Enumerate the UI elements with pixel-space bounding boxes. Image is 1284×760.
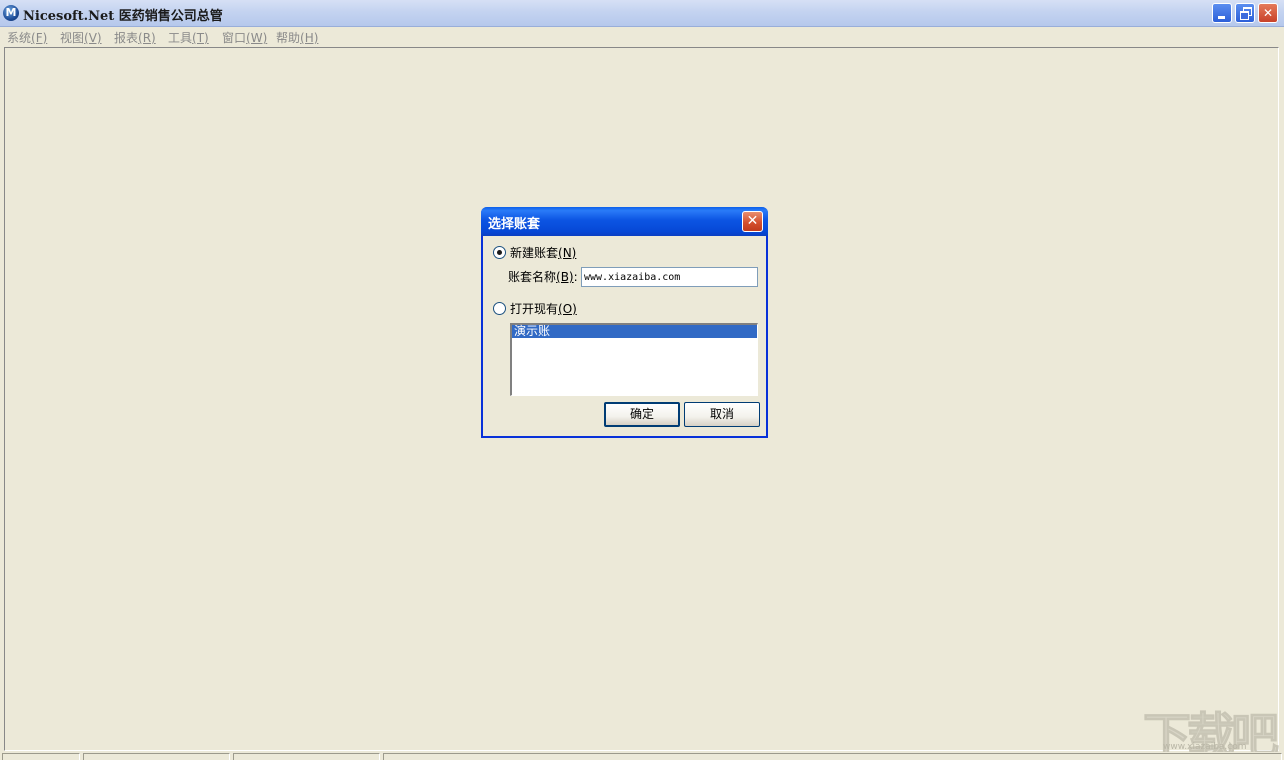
app-logo-icon[interactable]: M	[3, 5, 19, 21]
restore-button[interactable]	[1235, 3, 1255, 23]
dialog-body: 新建账套(N) 账套名称(B): 打开现有(O) 演示账 确定 取消	[483, 236, 766, 436]
menu-tools[interactable]: 工具(T)	[168, 29, 209, 46]
cancel-button[interactable]: 取消	[684, 402, 760, 427]
menu-tools-label: 工具	[168, 31, 193, 45]
menu-view-accel: (V)	[84, 31, 102, 45]
dialog-title: 选择账套	[488, 217, 541, 232]
window-title: Nicesoft.Net 医药销售公司总管	[23, 9, 223, 24]
menu-help[interactable]: 帮助(H)	[276, 29, 318, 46]
menu-system-label: 系统	[7, 31, 32, 45]
new-account-accel: (N)	[558, 246, 577, 260]
status-bar	[0, 752, 1284, 760]
open-existing-radio[interactable]: 打开现有(O)	[493, 300, 577, 317]
existing-accounts-list[interactable]: 演示账	[510, 323, 758, 396]
new-account-radio[interactable]: 新建账套(N)	[493, 244, 576, 261]
menu-window-label: 窗口	[222, 31, 247, 45]
menu-window[interactable]: 窗口(W)	[222, 29, 267, 46]
open-existing-accel: (O)	[558, 302, 577, 316]
status-pane-2	[83, 753, 230, 760]
menu-reports-accel: (R)	[138, 31, 156, 45]
ok-button[interactable]: 确定	[604, 402, 680, 427]
list-item[interactable]: 演示账	[512, 325, 757, 338]
menu-help-label: 帮助	[276, 31, 301, 45]
main-window: M Nicesoft.Net 医药销售公司总管 ✕ 系统(F) 视图(V) 报表…	[0, 0, 1284, 760]
status-pane-4	[383, 753, 1282, 760]
account-name-input[interactable]	[581, 267, 758, 287]
minimize-button[interactable]	[1212, 3, 1232, 23]
watermark-logo: 下载吧 www.xiazaiba.com	[1142, 696, 1281, 760]
account-name-label-text: 账套名称	[508, 270, 557, 284]
account-name-colon: :	[573, 270, 578, 284]
select-account-dialog: 选择账套 ✕ 新建账套(N) 账套名称(B): 打开现有(O) 演示账 确定 取…	[481, 207, 768, 438]
menu-tools-accel: (T)	[192, 31, 209, 45]
close-icon: ✕	[746, 213, 759, 229]
menu-system[interactable]: 系统(F)	[7, 29, 47, 46]
menu-reports[interactable]: 报表(R)	[114, 29, 156, 46]
radio-checked-icon[interactable]	[493, 246, 506, 259]
close-button[interactable]: ✕	[1258, 3, 1278, 23]
close-icon: ✕	[1262, 6, 1274, 20]
menu-view-label: 视图	[60, 31, 85, 45]
dialog-close-button[interactable]: ✕	[742, 211, 763, 232]
menu-window-accel: (W)	[246, 31, 268, 45]
radio-unchecked-icon[interactable]	[493, 302, 506, 315]
account-name-accel: (B)	[556, 270, 574, 284]
restore-icon-front	[1240, 11, 1249, 20]
status-pane-1	[2, 753, 80, 760]
new-account-label: 新建账套	[510, 246, 559, 260]
menu-system-accel: (F)	[31, 31, 48, 45]
account-name-label: 账套名称(B):	[508, 268, 578, 285]
open-existing-label: 打开现有	[510, 302, 559, 316]
title-bar[interactable]: M Nicesoft.Net 医药销售公司总管 ✕	[0, 0, 1284, 27]
status-pane-3	[233, 753, 380, 760]
watermark-url: www.xiazaiba.com	[1163, 742, 1247, 752]
menu-bar: 系统(F) 视图(V) 报表(R) 工具(T) 窗口(W) 帮助(H)	[0, 27, 1284, 46]
menu-help-accel: (H)	[300, 31, 319, 45]
menu-reports-label: 报表	[114, 31, 139, 45]
dialog-title-bar[interactable]: 选择账套 ✕	[481, 207, 768, 236]
menu-view[interactable]: 视图(V)	[60, 29, 102, 46]
minimize-icon	[1218, 16, 1225, 19]
